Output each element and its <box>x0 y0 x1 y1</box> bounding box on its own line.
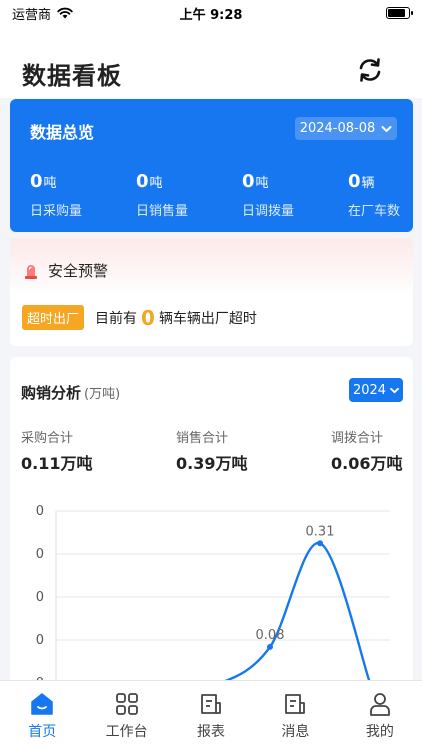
message-icon <box>285 694 306 714</box>
overview-card: 数据总览 2024-08-08 0吨 日采购量 0吨 日销售量 0吨 日调拨量 … <box>10 99 413 232</box>
stat-label: 日采购量 <box>30 204 83 219</box>
home-icon <box>31 693 53 715</box>
stat-value: 0 <box>30 171 43 192</box>
analysis-title: 购销分析 (万吨) <box>21 382 120 403</box>
alarm-light-icon <box>25 264 37 279</box>
date-picker-value: 2024-08-08 <box>299 121 376 136</box>
data-label: 0.31 <box>306 524 335 539</box>
stat-vehicles-in-plant: 0辆 在厂车数 <box>348 171 400 219</box>
total-purchase: 采购合计 0.11万吨 <box>21 427 92 474</box>
stat-unit: 吨 <box>43 176 57 191</box>
chevron-down-icon <box>390 387 399 393</box>
analysis-unit: (万吨) <box>84 387 121 402</box>
tab-label: 报表 <box>197 724 226 740</box>
timeout-badge: 超时出厂 <box>22 305 85 330</box>
tab-workbench[interactable]: 工作台 <box>84 681 168 750</box>
bottom-tab-bar: 首页 工作台 报表 消息 我的 <box>0 680 422 750</box>
stat-unit: 吨 <box>255 176 269 191</box>
header: 数据看板 <box>0 26 422 98</box>
overview-title: 数据总览 <box>30 123 95 142</box>
y-tick-label: 0 <box>36 633 44 648</box>
grid-icon <box>115 693 138 715</box>
total-value: 0.39万吨 <box>176 454 248 473</box>
year-picker[interactable]: 2024 <box>349 378 403 402</box>
stat-value: 0 <box>242 171 255 192</box>
alert-text-before: 目前有 <box>95 310 138 327</box>
stat-daily-sales: 0吨 日销售量 <box>136 171 188 219</box>
alert-text-after: 辆车辆出厂超时 <box>158 310 257 327</box>
tab-label: 工作台 <box>105 724 148 740</box>
year-picker-value: 2024 <box>352 382 387 398</box>
battery-icon <box>386 7 413 19</box>
stat-label: 日销售量 <box>136 204 189 219</box>
stat-value: 0 <box>136 171 149 192</box>
total-value: 0.11万吨 <box>21 454 93 473</box>
analysis-title-text: 购销分析 <box>21 384 82 402</box>
chevron-down-icon <box>381 125 392 132</box>
series-line <box>70 542 372 687</box>
total-value: 0.06万吨 <box>331 454 403 473</box>
tab-messages[interactable]: 消息 <box>253 681 337 750</box>
tab-label: 我的 <box>365 724 394 740</box>
analysis-card: 购销分析 (万吨) 2024 采购合计 0.11万吨 销售合计 0.39万吨 调拨… <box>10 357 413 687</box>
stat-label: 在厂车数 <box>348 204 401 219</box>
purchase-sales-line-chart: 000000.080.31 <box>36 504 390 687</box>
stat-daily-purchase: 0吨 日采购量 <box>30 171 82 219</box>
safety-alert-card[interactable]: 安全预警 超时出厂 目前有 0 辆车辆出厂超时 <box>10 238 413 346</box>
stat-unit: 吨 <box>149 176 163 191</box>
y-tick-label: 0 <box>36 547 44 562</box>
stat-value: 0 <box>348 171 361 192</box>
alert-count: 0 <box>141 305 155 330</box>
total-transfer: 调拨合计 0.06万吨 <box>331 427 402 474</box>
y-tick-label: 0 <box>36 590 44 605</box>
y-tick-label: 0 <box>36 504 44 519</box>
page-title: 数据看板 <box>22 62 122 90</box>
data-point <box>267 643 273 650</box>
alert-title: 安全预警 <box>48 262 109 280</box>
total-label: 采购合计 <box>21 431 74 446</box>
date-picker[interactable]: 2024-08-08 <box>295 117 397 140</box>
tab-profile[interactable]: 我的 <box>338 681 422 750</box>
total-label: 调拨合计 <box>331 431 384 446</box>
stat-daily-transfer: 0吨 日调拨量 <box>242 171 294 219</box>
refresh-icon[interactable] <box>356 56 384 84</box>
status-bar: 运营商 上午 9:28 <box>0 0 422 26</box>
tab-reports[interactable]: 报表 <box>169 681 253 750</box>
stat-unit: 辆 <box>361 176 375 191</box>
stat-label: 日调拨量 <box>242 204 295 219</box>
wifi-icon <box>57 7 73 19</box>
tab-home[interactable]: 首页 <box>0 681 84 750</box>
data-label: 0.08 <box>256 628 285 643</box>
alert-header: 安全预警 <box>24 260 108 281</box>
total-sales: 销售合计 0.39万吨 <box>176 427 247 474</box>
alert-row: 超时出厂 目前有 0 辆车辆出厂超时 <box>22 305 257 330</box>
total-label: 销售合计 <box>176 431 229 446</box>
battery-level <box>388 9 406 17</box>
carrier-label: 运营商 <box>12 7 52 23</box>
status-left: 运营商 <box>12 4 73 23</box>
tab-label: 首页 <box>28 724 57 740</box>
data-point <box>317 540 323 547</box>
tab-label: 消息 <box>281 724 310 740</box>
report-icon <box>201 694 221 714</box>
user-icon <box>369 693 390 716</box>
